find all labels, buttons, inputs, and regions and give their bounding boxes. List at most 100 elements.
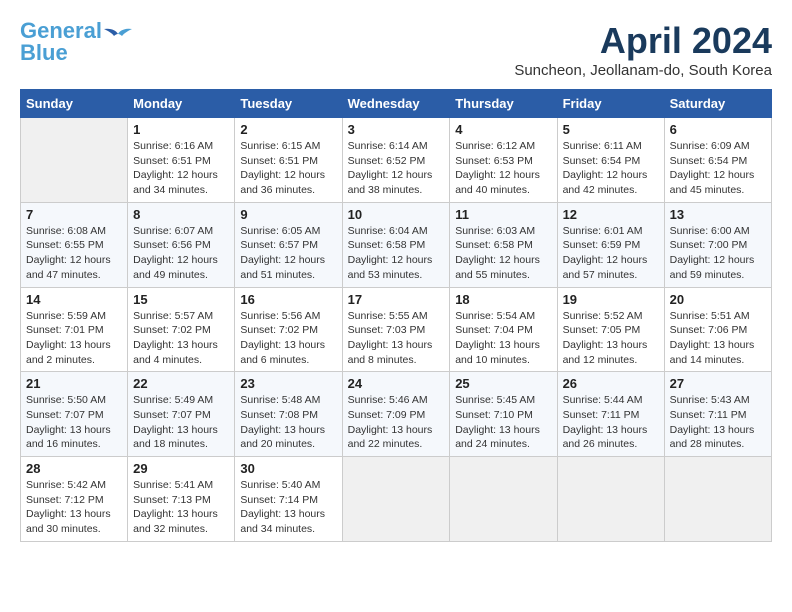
weekday-header-tuesday: Tuesday <box>235 90 342 118</box>
day-info: Sunrise: 5:52 AM Sunset: 7:05 PM Dayligh… <box>563 309 659 368</box>
calendar-cell: 20Sunrise: 5:51 AM Sunset: 7:06 PM Dayli… <box>664 287 771 372</box>
weekday-header-sunday: Sunday <box>21 90 128 118</box>
day-info: Sunrise: 5:56 AM Sunset: 7:02 PM Dayligh… <box>240 309 336 368</box>
day-info: Sunrise: 6:08 AM Sunset: 6:55 PM Dayligh… <box>26 224 122 283</box>
day-info: Sunrise: 5:42 AM Sunset: 7:12 PM Dayligh… <box>26 478 122 537</box>
day-number: 10 <box>348 207 445 222</box>
day-info: Sunrise: 5:59 AM Sunset: 7:01 PM Dayligh… <box>26 309 122 368</box>
day-number: 14 <box>26 292 122 307</box>
calendar-cell: 14 Sunrise: 5:59 AM Sunset: 7:01 PM Dayli… <box>21 287 128 372</box>
day-info: Sunrise: 5:48 AM Sunset: 7:08 PM Dayligh… <box>240 393 336 452</box>
calendar-week-row: 7 Sunrise: 6:08 AM Sunset: 6:55 PM Daylig… <box>21 202 772 287</box>
calendar-cell <box>664 457 771 542</box>
calendar-week-row: 14 Sunrise: 5:59 AM Sunset: 7:01 PM Dayli… <box>21 287 772 372</box>
day-number: 21 <box>26 376 122 391</box>
calendar-cell: 15 Sunrise: 5:57 AM Sunset: 7:02 PM Dayli… <box>128 287 235 372</box>
calendar-cell <box>557 457 664 542</box>
day-number: 16 <box>240 292 336 307</box>
calendar-cell: 28 Sunrise: 5:42 AM Sunset: 7:12 PM Dayli… <box>21 457 128 542</box>
day-info: Sunrise: 6:03 AM Sunset: 6:58 PM Dayligh… <box>455 224 551 283</box>
calendar-cell: 1 Sunrise: 6:16 AM Sunset: 6:51 PM Daylig… <box>128 118 235 203</box>
day-info: Sunrise: 6:07 AM Sunset: 6:56 PM Dayligh… <box>133 224 229 283</box>
day-number: 30 <box>240 461 336 476</box>
calendar-cell: 8 Sunrise: 6:07 AM Sunset: 6:56 PM Daylig… <box>128 202 235 287</box>
day-info: Sunrise: 6:04 AM Sunset: 6:58 PM Dayligh… <box>348 224 445 283</box>
weekday-header-friday: Friday <box>557 90 664 118</box>
day-number: 15 <box>133 292 229 307</box>
calendar-cell: 18 Sunrise: 5:54 AM Sunset: 7:04 PM Dayli… <box>450 287 557 372</box>
calendar-cell: 27 Sunrise: 5:43 AM Sunset: 7:11 PM Dayli… <box>664 372 771 457</box>
day-number: 6 <box>670 122 766 137</box>
calendar-cell: 4 Sunrise: 6:12 AM Sunset: 6:53 PM Daylig… <box>450 118 557 203</box>
day-info: Sunrise: 6:01 AM Sunset: 6:59 PM Dayligh… <box>563 224 659 283</box>
day-info: Sunrise: 6:15 AM Sunset: 6:51 PM Dayligh… <box>240 139 336 198</box>
day-number: 1 <box>133 122 229 137</box>
calendar-cell: 13Sunrise: 6:00 AM Sunset: 7:00 PM Dayli… <box>664 202 771 287</box>
day-number: 17 <box>348 292 445 307</box>
calendar-cell <box>21 118 128 203</box>
day-info: Sunrise: 5:45 AM Sunset: 7:10 PM Dayligh… <box>455 393 551 452</box>
calendar-cell: 6 Sunrise: 6:09 AM Sunset: 6:54 PM Daylig… <box>664 118 771 203</box>
day-info: Sunrise: 5:46 AM Sunset: 7:09 PM Dayligh… <box>348 393 445 452</box>
day-number: 29 <box>133 461 229 476</box>
day-number: 26 <box>563 376 659 391</box>
page-header: GeneralBlue April 2024 Suncheon, Jeollan… <box>20 20 772 79</box>
calendar-cell: 10 Sunrise: 6:04 AM Sunset: 6:58 PM Dayli… <box>342 202 450 287</box>
calendar-cell: 7 Sunrise: 6:08 AM Sunset: 6:55 PM Daylig… <box>21 202 128 287</box>
day-number: 18 <box>455 292 551 307</box>
day-info: Sunrise: 6:16 AM Sunset: 6:51 PM Dayligh… <box>133 139 229 198</box>
title-block: April 2024 Suncheon, Jeollanam-do, South… <box>514 20 772 79</box>
day-info: Sunrise: 6:00 AM Sunset: 7:00 PM Dayligh… <box>670 224 766 283</box>
calendar-cell: 25Sunrise: 5:45 AM Sunset: 7:10 PM Dayli… <box>450 372 557 457</box>
calendar-cell: 30 Sunrise: 5:40 AM Sunset: 7:14 PM Dayli… <box>235 457 342 542</box>
day-info: Sunrise: 5:43 AM Sunset: 7:11 PM Dayligh… <box>670 393 766 452</box>
day-number: 11 <box>455 207 551 222</box>
day-number: 19 <box>563 292 659 307</box>
day-number: 24 <box>348 376 445 391</box>
day-info: Sunrise: 5:55 AM Sunset: 7:03 PM Dayligh… <box>348 309 445 368</box>
weekday-header-monday: Monday <box>128 90 235 118</box>
day-number: 2 <box>240 122 336 137</box>
day-number: 9 <box>240 207 336 222</box>
logo-text: GeneralBlue <box>20 20 102 64</box>
calendar-cell <box>342 457 450 542</box>
calendar-cell: 5 Sunrise: 6:11 AM Sunset: 6:54 PM Daylig… <box>557 118 664 203</box>
day-info: Sunrise: 5:50 AM Sunset: 7:07 PM Dayligh… <box>26 393 122 452</box>
day-number: 4 <box>455 122 551 137</box>
calendar-cell: 16 Sunrise: 5:56 AM Sunset: 7:02 PM Dayli… <box>235 287 342 372</box>
day-info: Sunrise: 6:09 AM Sunset: 6:54 PM Dayligh… <box>670 139 766 198</box>
calendar-cell: 19 Sunrise: 5:52 AM Sunset: 7:05 PM Dayli… <box>557 287 664 372</box>
day-info: Sunrise: 5:44 AM Sunset: 7:11 PM Dayligh… <box>563 393 659 452</box>
calendar-week-row: 21 Sunrise: 5:50 AM Sunset: 7:07 PM Dayli… <box>21 372 772 457</box>
day-number: 3 <box>348 122 445 137</box>
day-info: Sunrise: 6:12 AM Sunset: 6:53 PM Dayligh… <box>455 139 551 198</box>
month-title: April 2024 <box>514 20 772 62</box>
day-number: 5 <box>563 122 659 137</box>
day-number: 7 <box>26 207 122 222</box>
calendar-week-row: 1 Sunrise: 6:16 AM Sunset: 6:51 PM Daylig… <box>21 118 772 203</box>
day-info: Sunrise: 5:57 AM Sunset: 7:02 PM Dayligh… <box>133 309 229 368</box>
day-info: Sunrise: 5:49 AM Sunset: 7:07 PM Dayligh… <box>133 393 229 452</box>
calendar-cell: 24 Sunrise: 5:46 AM Sunset: 7:09 PM Dayli… <box>342 372 450 457</box>
day-number: 8 <box>133 207 229 222</box>
day-number: 28 <box>26 461 122 476</box>
calendar-week-row: 28 Sunrise: 5:42 AM Sunset: 7:12 PM Dayli… <box>21 457 772 542</box>
calendar-cell: 22Sunrise: 5:49 AM Sunset: 7:07 PM Dayli… <box>128 372 235 457</box>
location-subtitle: Suncheon, Jeollanam-do, South Korea <box>514 62 772 79</box>
day-info: Sunrise: 6:11 AM Sunset: 6:54 PM Dayligh… <box>563 139 659 198</box>
calendar-cell: 23 Sunrise: 5:48 AM Sunset: 7:08 PM Dayli… <box>235 372 342 457</box>
day-info: Sunrise: 5:54 AM Sunset: 7:04 PM Dayligh… <box>455 309 551 368</box>
day-number: 27 <box>670 376 766 391</box>
logo: GeneralBlue <box>20 20 132 64</box>
weekday-header-saturday: Saturday <box>664 90 771 118</box>
weekday-header-row: SundayMondayTuesdayWednesdayThursdayFrid… <box>21 90 772 118</box>
day-number: 12 <box>563 207 659 222</box>
day-info: Sunrise: 6:05 AM Sunset: 6:57 PM Dayligh… <box>240 224 336 283</box>
calendar-cell: 3 Sunrise: 6:14 AM Sunset: 6:52 PM Daylig… <box>342 118 450 203</box>
calendar-cell: 21 Sunrise: 5:50 AM Sunset: 7:07 PM Dayli… <box>21 372 128 457</box>
day-number: 23 <box>240 376 336 391</box>
calendar-cell: 29Sunrise: 5:41 AM Sunset: 7:13 PM Dayli… <box>128 457 235 542</box>
day-info: Sunrise: 6:14 AM Sunset: 6:52 PM Dayligh… <box>348 139 445 198</box>
calendar-table: SundayMondayTuesdayWednesdayThursdayFrid… <box>20 89 772 542</box>
day-info: Sunrise: 5:40 AM Sunset: 7:14 PM Dayligh… <box>240 478 336 537</box>
